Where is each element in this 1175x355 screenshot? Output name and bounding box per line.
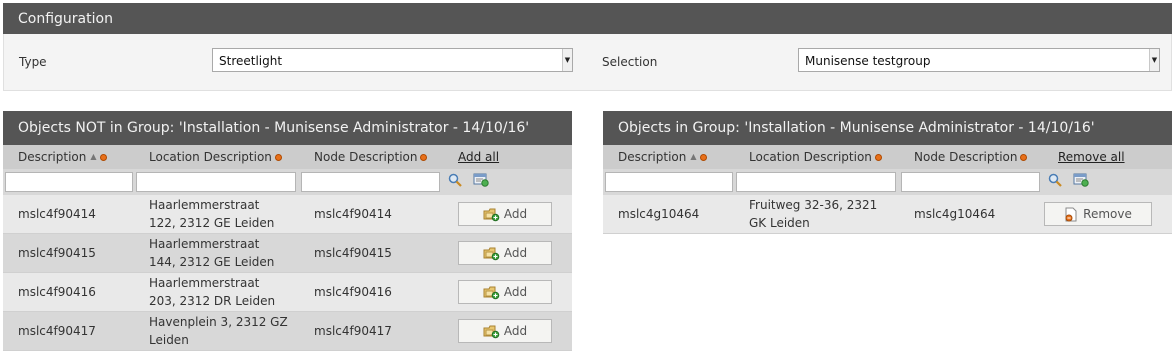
configuration-title: Configuration bbox=[18, 10, 113, 27]
status-dot-icon bbox=[420, 154, 428, 161]
grid-header: Objects in Group: 'Installation - Munise… bbox=[603, 111, 1172, 145]
remove-button[interactable]: Remove bbox=[1044, 202, 1152, 226]
column-header-row: Description ▲ Location Description Node D… bbox=[3, 145, 572, 169]
selection-select-value: Munisense testgroup bbox=[805, 54, 931, 68]
status-dot-icon bbox=[699, 153, 707, 161]
description-filter-input[interactable] bbox=[605, 172, 733, 192]
column-header-row: Description ▲ Location Description Node D… bbox=[603, 145, 1172, 169]
grid-title: Objects NOT in Group: 'Installation - Mu… bbox=[18, 120, 530, 136]
node-filter-input[interactable] bbox=[901, 172, 1040, 192]
node-filter-input[interactable] bbox=[301, 172, 440, 192]
node-cell: mslc4f90417 bbox=[314, 324, 392, 338]
location-cell: Haarlemmerstraat 203, 2312 DR Leiden bbox=[149, 276, 276, 308]
node-cell: mslc4f90416 bbox=[314, 285, 392, 299]
status-dot-icon bbox=[874, 154, 882, 161]
description-cell: mslc4f90416 bbox=[18, 285, 96, 299]
magnifier-icon[interactable] bbox=[1048, 173, 1062, 190]
table-row: mslc4f90417 Havenplein 3, 2312 GZ Leiden… bbox=[3, 312, 572, 351]
column-header-node[interactable]: Node Description bbox=[314, 148, 428, 166]
status-dot-icon bbox=[274, 154, 282, 161]
column-header-description[interactable]: Description ▲ bbox=[18, 148, 107, 167]
add-object-icon bbox=[483, 325, 500, 338]
column-header-node[interactable]: Node Description bbox=[914, 148, 1028, 166]
add-object-icon bbox=[483, 247, 500, 260]
node-cell: mslc4g10464 bbox=[914, 207, 996, 221]
description-cell: mslc4f90414 bbox=[18, 207, 96, 221]
sort-asc-icon[interactable]: ▲ bbox=[690, 152, 696, 161]
column-header-location[interactable]: Location Description bbox=[749, 148, 882, 166]
location-cell: Havenplein 3, 2312 GZ Leiden bbox=[149, 315, 288, 347]
add-button[interactable]: Add bbox=[458, 280, 552, 304]
type-select-value: Streetlight bbox=[219, 54, 283, 68]
description-cell: mslc4f90415 bbox=[18, 246, 96, 260]
status-dot-icon bbox=[99, 153, 107, 161]
chevron-down-icon[interactable]: ▼ bbox=[562, 49, 572, 71]
magnifier-icon[interactable] bbox=[448, 173, 462, 190]
location-cell: Haarlemmerstraat 144, 2312 GE Leiden bbox=[149, 237, 275, 269]
sort-asc-icon[interactable]: ▲ bbox=[90, 152, 96, 161]
add-object-icon bbox=[483, 208, 500, 221]
grid-title: Objects in Group: 'Installation - Munise… bbox=[618, 120, 1095, 136]
add-object-icon bbox=[483, 286, 500, 299]
location-filter-input[interactable] bbox=[736, 172, 896, 192]
configuration-body: Type Streetlight ▼ Selection Munisense t… bbox=[3, 34, 1172, 91]
objects-in-group-grid: Objects in Group: 'Installation - Munise… bbox=[603, 111, 1172, 234]
clear-filter-icon[interactable] bbox=[1073, 173, 1089, 190]
table-row: mslc4f90415 Haarlemmerstraat 144, 2312 G… bbox=[3, 234, 572, 273]
column-header-description[interactable]: Description ▲ bbox=[618, 148, 707, 167]
node-cell: mslc4f90415 bbox=[314, 246, 392, 260]
location-filter-input[interactable] bbox=[136, 172, 296, 192]
chevron-down-icon[interactable]: ▼ bbox=[1149, 49, 1159, 71]
description-cell: mslc4f90417 bbox=[18, 324, 96, 338]
add-button[interactable]: Add bbox=[458, 241, 552, 265]
table-row: mslc4f90416 Haarlemmerstraat 203, 2312 D… bbox=[3, 273, 572, 312]
type-select[interactable]: Streetlight ▼ bbox=[212, 48, 573, 72]
table-row: mslc4g10464 Fruitweg 32-36, 2321 GK Leid… bbox=[603, 195, 1172, 234]
filter-row bbox=[603, 169, 1172, 195]
description-filter-input[interactable] bbox=[5, 172, 133, 192]
description-cell: mslc4g10464 bbox=[618, 207, 700, 221]
node-cell: mslc4f90414 bbox=[314, 207, 392, 221]
configuration-header: Configuration bbox=[3, 3, 1172, 34]
location-cell: Fruitweg 32-36, 2321 GK Leiden bbox=[749, 198, 878, 230]
add-all-link[interactable]: Add all bbox=[458, 150, 499, 164]
filter-row bbox=[3, 169, 572, 195]
grid-header: Objects NOT in Group: 'Installation - Mu… bbox=[3, 111, 572, 145]
status-dot-icon bbox=[1020, 154, 1028, 161]
column-header-location[interactable]: Location Description bbox=[149, 148, 282, 166]
remove-all-link[interactable]: Remove all bbox=[1058, 150, 1125, 164]
selection-select[interactable]: Munisense testgroup ▼ bbox=[798, 48, 1160, 72]
table-row: mslc4f90414 Haarlemmerstraat 122, 2312 G… bbox=[3, 195, 572, 234]
add-button[interactable]: Add bbox=[458, 202, 552, 226]
selection-label: Selection bbox=[602, 55, 658, 69]
objects-not-in-group-grid: Objects NOT in Group: 'Installation - Mu… bbox=[3, 111, 572, 351]
type-label: Type bbox=[19, 55, 47, 69]
add-button[interactable]: Add bbox=[458, 319, 552, 343]
location-cell: Haarlemmerstraat 122, 2312 GE Leiden bbox=[149, 198, 275, 230]
remove-object-icon bbox=[1065, 207, 1077, 221]
clear-filter-icon[interactable] bbox=[473, 173, 489, 190]
